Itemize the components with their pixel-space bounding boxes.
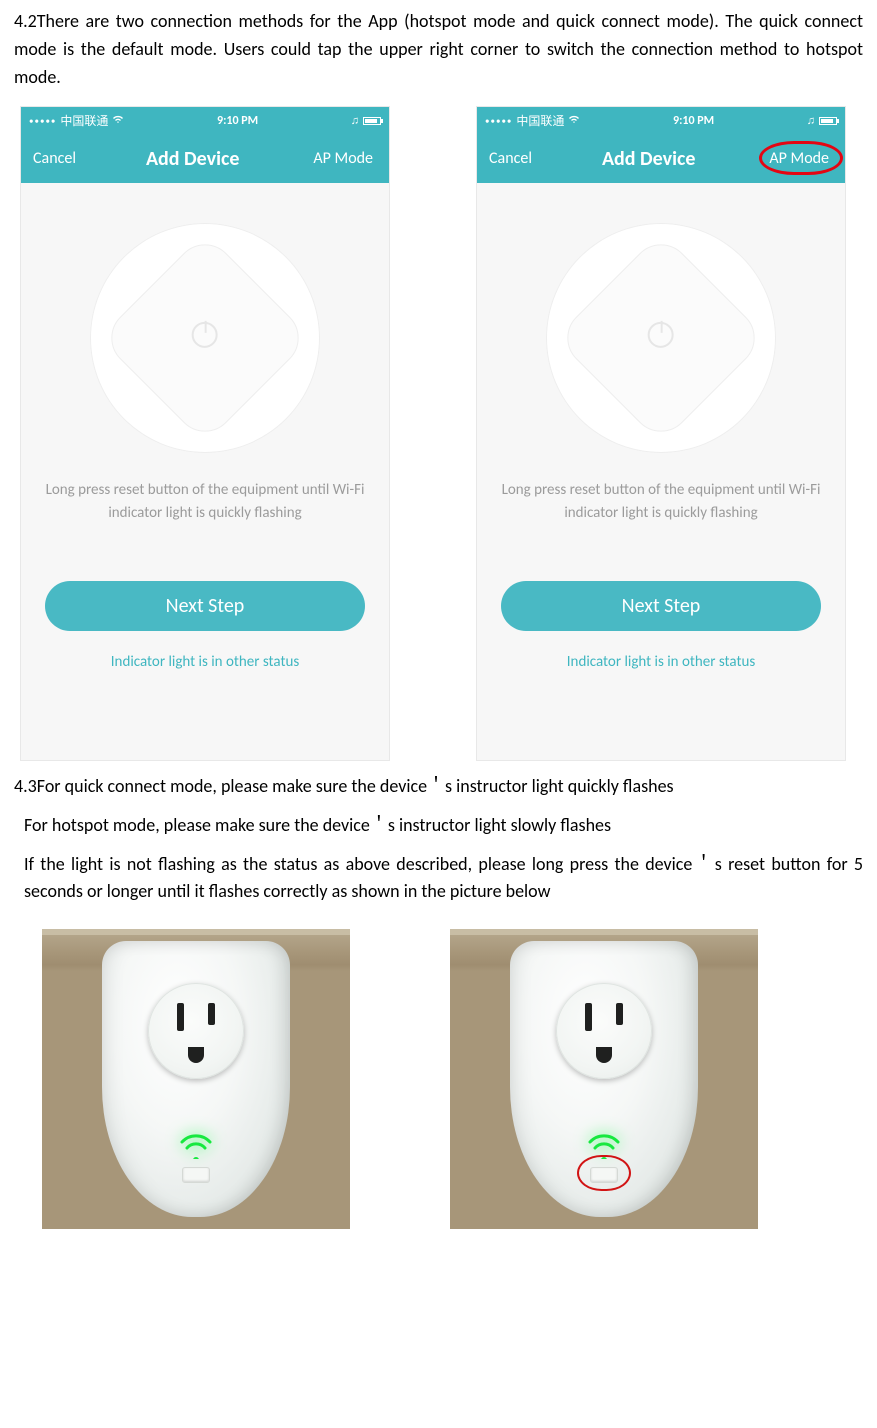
carrier-label: 中国联通 [60,112,108,129]
instruction-text: Long press reset button of the equipment… [21,479,389,526]
nav-title: Add Device [602,147,696,171]
headphone-icon: ♫ [807,114,815,127]
instruction-text: Long press reset button of the equipment… [477,479,845,526]
outlet-icon [148,983,244,1079]
device-photo-reset-circled [450,929,758,1229]
power-icon [648,321,674,347]
device-illustration [546,223,776,453]
battery-icon [819,117,837,125]
device-photo-flashing [42,929,350,1229]
device-photos-row [14,929,863,1229]
cancel-button[interactable]: Cancel [489,149,532,168]
screen-body: Long press reset button of the equipment… [21,183,389,760]
ap-mode-button[interactable]: AP Mode [765,147,833,170]
outlet-icon [556,983,652,1079]
nav-bar: Cancel Add Device AP Mode [21,135,389,183]
app-screenshot-apmode: 中国联通 9:10 PM ♫ Cancel Add Device AP Mode [476,106,846,761]
status-time: 9:10 PM [673,114,714,128]
other-status-link[interactable]: Indicator light is in other status [567,653,755,671]
other-status-link[interactable]: Indicator light is in other status [111,653,299,671]
power-icon [192,321,218,347]
paragraph-4-3-line2: For hotspot mode, please make sure the d… [14,812,863,839]
app-screenshot-quickconnect: 中国联通 9:10 PM ♫ Cancel Add Device AP Mode [20,106,390,761]
wifi-icon [112,114,124,127]
nav-bar: Cancel Add Device AP Mode [477,135,845,183]
signal-dots-icon [29,114,56,128]
status-bar: 中国联通 9:10 PM ♫ [477,107,845,135]
nav-title: Add Device [146,147,240,171]
wifi-led-icon [179,1133,213,1159]
wifi-led-icon [587,1133,621,1159]
screen-body: Long press reset button of the equipment… [477,183,845,760]
ap-mode-button[interactable]: AP Mode [309,147,377,170]
paragraph-4-3-line1: 4.3For quick connect mode, please make s… [14,773,863,800]
headphone-icon: ♫ [351,114,359,127]
paragraph-4-2: 4.2There are two connection methods for … [14,8,863,92]
wifi-icon [568,114,580,127]
next-step-button[interactable]: Next Step [501,581,821,631]
carrier-label: 中国联通 [516,112,564,129]
next-step-button[interactable]: Next Step [45,581,365,631]
status-bar: 中国联通 9:10 PM ♫ [21,107,389,135]
app-screenshots-row: 中国联通 9:10 PM ♫ Cancel Add Device AP Mode [14,106,863,761]
battery-icon [363,117,381,125]
reset-button-shape [182,1167,210,1183]
ap-mode-label: AP Mode [769,149,829,168]
reset-button-shape [590,1167,618,1183]
status-time: 9:10 PM [217,114,258,128]
device-illustration [90,223,320,453]
cancel-button[interactable]: Cancel [33,149,76,168]
paragraph-4-3-line3: If the light is not flashing as the stat… [14,851,863,905]
signal-dots-icon [485,114,512,128]
